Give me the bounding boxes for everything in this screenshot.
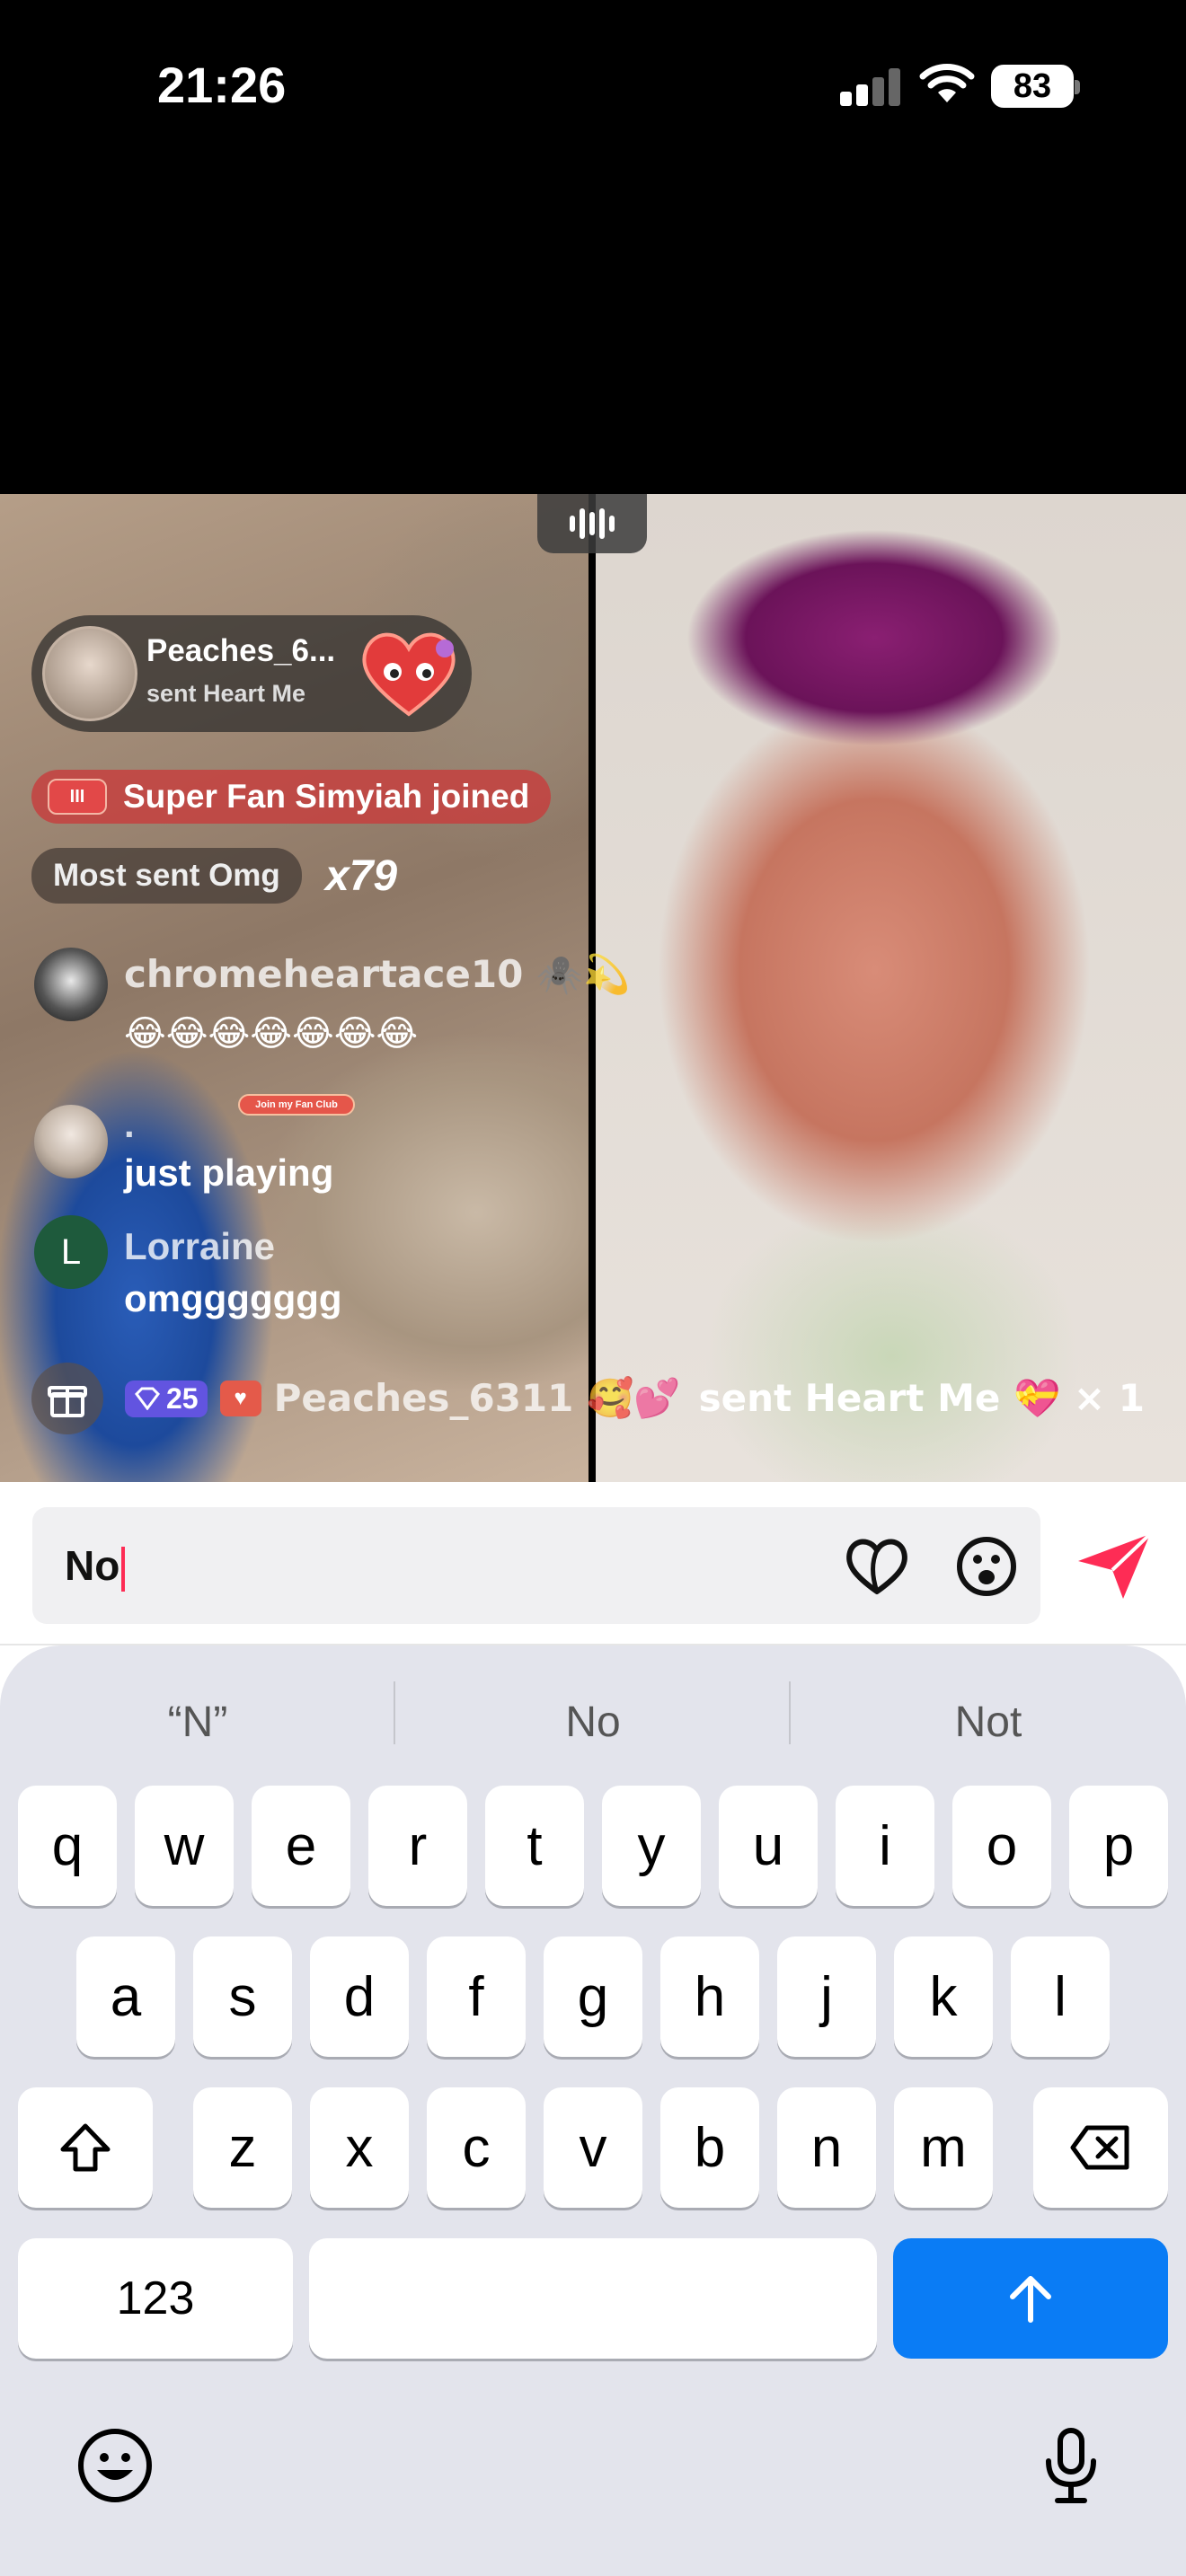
gift-banner[interactable]: Peaches_6... sent Heart Me [31,615,472,732]
key-p[interactable]: p [1069,1786,1168,1906]
guest-video-right[interactable] [596,494,1186,1482]
gift-description: sent Heart Me [146,680,306,707]
comment-input-value: No [65,1541,126,1592]
gift-ticker: 25 ♥ Peaches_6311 🥰💕 sent Heart Me 💝 × 1 [31,1363,1145,1434]
shift-arrow-icon [60,2123,111,2172]
key-n[interactable]: n [777,2087,876,2208]
key-g[interactable]: g [544,1936,642,2057]
key-k[interactable]: k [894,1936,993,2057]
gift-box-icon[interactable] [31,1363,103,1434]
fan-club-join-badge[interactable]: Join my Fan Club [238,1094,355,1116]
heart-gift-icon [362,632,456,717]
avatar[interactable] [42,626,137,721]
most-sent-multiplier: x79 [325,852,398,900]
send-icon[interactable] [1075,1531,1154,1602]
key-r[interactable]: r [368,1786,467,1906]
suggestion-divider [789,1681,791,1744]
key-y[interactable]: y [602,1786,701,1906]
key-h[interactable]: h [660,1936,759,2057]
status-bar: 21:26 83 [0,0,1186,494]
key-q[interactable]: q [18,1786,117,1906]
shift-key[interactable] [18,2087,153,2208]
comment-username[interactable]: . [124,1103,135,1146]
key-v[interactable]: v [544,2087,642,2208]
comment-text: just playing [124,1151,334,1194]
key-m[interactable]: m [894,2087,993,2208]
key-u[interactable]: u [719,1786,818,1906]
diamond-count: 25 [166,1381,199,1415]
comment-username[interactable]: Lorraine [124,1225,275,1268]
heart-icon[interactable] [841,1531,913,1602]
suggestion-1[interactable]: “N” [9,1681,386,1762]
avatar[interactable]: L [34,1215,108,1289]
space-key[interactable] [309,2238,877,2359]
comment-text: 😂😂😂😂😂😂😂 [124,1013,419,1054]
emoji-keyboard-icon[interactable] [75,2425,155,2506]
superfan-text: Super Fan Simyiah joined [123,778,530,815]
comment-text: omggggggg [124,1277,342,1319]
key-a[interactable]: a [76,1936,175,2057]
diamond-icon [135,1387,160,1410]
key-c[interactable]: c [427,2087,526,2208]
live-video-area[interactable]: Peaches_6... sent Heart Me III Super Fan… [0,494,1186,1482]
avatar[interactable] [34,1105,108,1178]
suggestion-divider [394,1681,395,1744]
suggestion-2[interactable]: No [404,1681,782,1762]
battery-indicator: 83 [991,65,1080,108]
superfan-joined-notice: III Super Fan Simyiah joined [31,770,552,824]
key-l[interactable]: l [1011,1936,1110,2057]
keyboard: “N” No Not q w e r t y u i o p a s d f g… [0,1645,1186,2576]
status-time: 21:26 [157,57,287,113]
keyboard-panel: “N” No Not q w e r t y u i o p a s d f g… [0,1645,1186,2576]
most-sent-text: Most sent Omg [53,858,280,893]
arrow-up-icon [1010,2276,1051,2323]
key-z[interactable]: z [193,2087,292,2208]
gift-text: sent Heart Me 💝 × 1 [698,1376,1145,1420]
wifi-icon [919,64,975,102]
key-t[interactable]: t [485,1786,584,1906]
numbers-key[interactable]: 123 [18,2238,293,2359]
gift-sender[interactable]: Peaches_6311 🥰💕 [274,1376,681,1421]
cellular-signal-icon [840,68,901,106]
key-b[interactable]: b [660,2087,759,2208]
microphone-icon[interactable] [1031,2425,1111,2506]
key-x[interactable]: x [310,2087,409,2208]
diamond-badge: 25 [125,1380,208,1417]
key-o[interactable]: o [952,1786,1051,1906]
avatar-letter: L [60,1231,82,1272]
fan-badge-icon: ♥ [219,1381,261,1416]
return-key[interactable] [893,2238,1168,2359]
key-e[interactable]: e [252,1786,350,1906]
key-d[interactable]: d [310,1936,409,2057]
comment-username[interactable]: chromeheartace10 🕷️💫 [124,952,631,997]
comment-input[interactable]: No [32,1507,1040,1624]
emoji-face-icon[interactable] [951,1531,1022,1602]
audio-wave-icon[interactable] [537,494,647,553]
comment-input-bar: No [0,1482,1186,1645]
gift-sender-name: Peaches_6... [146,633,336,668]
fan-club-badge: III [48,779,107,815]
backspace-key[interactable] [1033,2087,1168,2208]
avatar[interactable] [34,948,108,1021]
key-s[interactable]: s [193,1936,292,2057]
key-f[interactable]: f [427,1936,526,2057]
text-caret [121,1546,126,1592]
backspace-icon [1070,2125,1129,2170]
key-w[interactable]: w [135,1786,234,1906]
key-j[interactable]: j [777,1936,876,2057]
key-i[interactable]: i [836,1786,934,1906]
most-sent-notice: Most sent Omg [31,848,302,904]
suggestion-3[interactable]: Not [800,1681,1177,1762]
